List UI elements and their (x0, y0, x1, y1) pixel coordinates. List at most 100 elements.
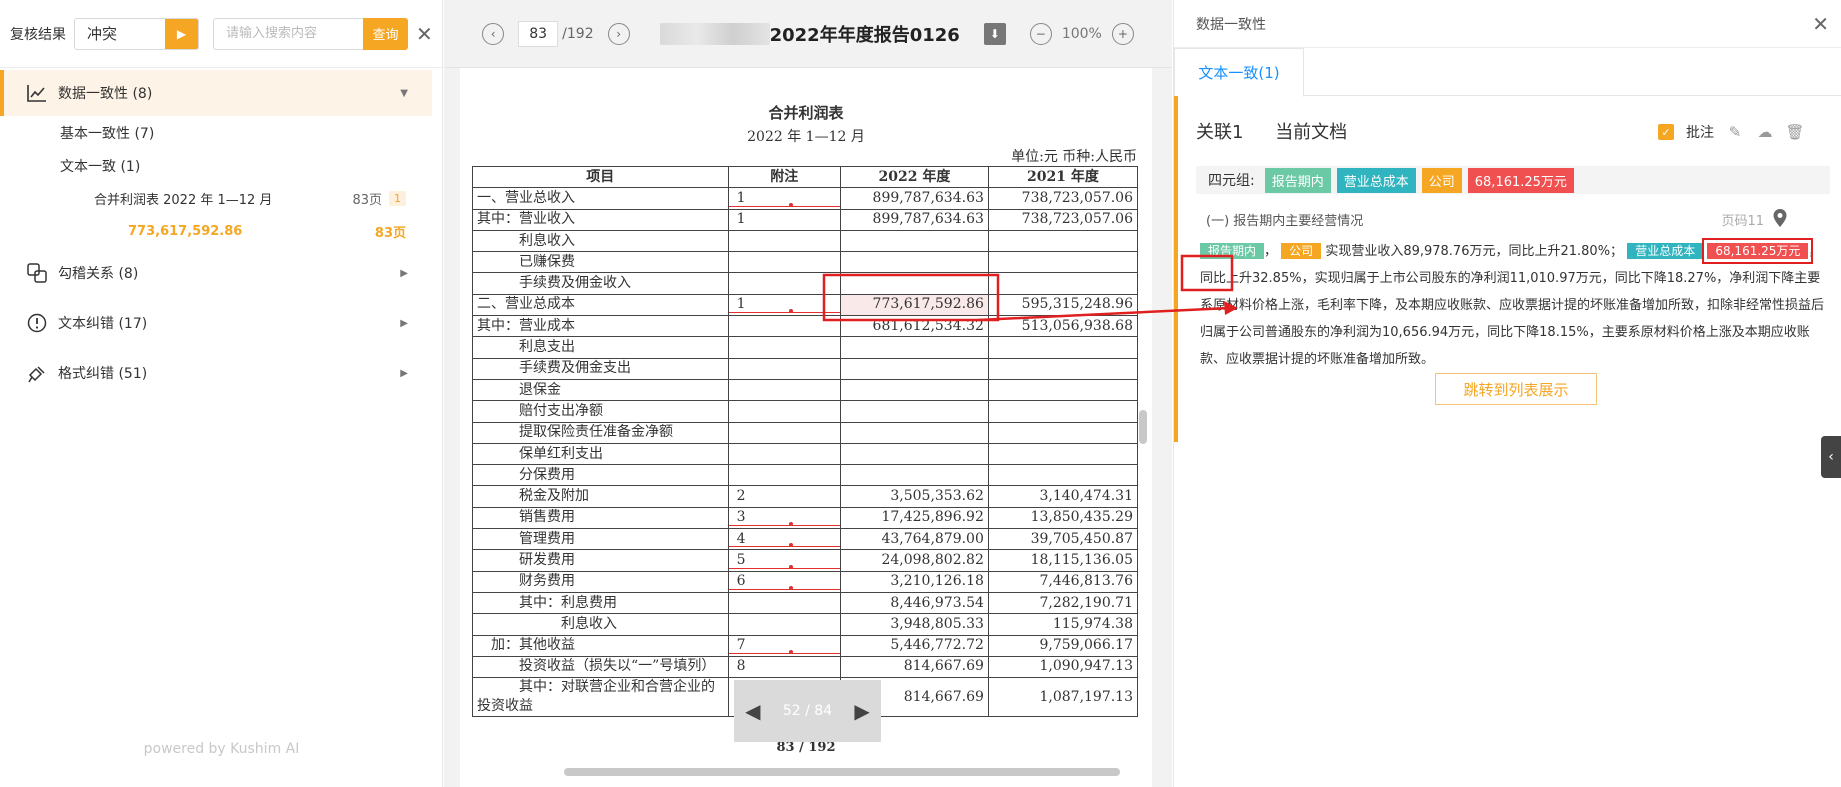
row-note: 1 (727, 187, 841, 210)
row-value-2022: 24,098,802.82 (839, 549, 989, 572)
row-item: 其中：对联营企业和合营企业的投资收益 (472, 677, 729, 718)
download-icon[interactable]: ⬇ (983, 22, 1006, 45)
link-relation-icon (26, 262, 48, 284)
row-note: 1 (727, 208, 841, 231)
row-value-2021: 3,140,474.31 (987, 485, 1139, 508)
row-note (727, 613, 841, 636)
row-value-2022 (839, 229, 989, 253)
table-row: 利息收入 3,948,805.33 115,974.38 (472, 613, 1139, 636)
table-body: 一、营业总收入 1 899,787,634.63 738,723,057.06 其中：营… (472, 187, 1139, 718)
search-input[interactable]: 请输入搜索内容 (213, 17, 363, 50)
row-note-text: 6 (736, 573, 746, 590)
row-note: 7 (727, 634, 841, 657)
row-value-2021 (987, 357, 1139, 380)
caret-right-icon: ▶ (400, 317, 408, 329)
table-row: 研发费用 5 24,098,802.82 18,115,136.05 (472, 549, 1139, 572)
nav-label: 数据一致性 (8) (58, 86, 153, 102)
annotate-checkbox[interactable]: ✓ (1658, 124, 1674, 140)
table-row: 赔付支出净额 (472, 400, 1139, 423)
powered-by: powered by Kushim AI (143, 741, 300, 757)
left-toolbar: 复核结果 冲突 ▶ 请输入搜索内容 查询 ✕ (0, 0, 442, 68)
nav-value-item[interactable]: 773,617,592.86 83页 (0, 215, 432, 248)
row-value-2022 (839, 378, 989, 402)
row-note (727, 591, 841, 615)
annotate-label: 批注 (1686, 125, 1714, 141)
nav-label: 文本纠错 (17) (58, 316, 148, 332)
close-icon[interactable]: ✕ (1812, 12, 1829, 36)
table-row: 分保费用 (472, 464, 1139, 487)
row-value-2021: 1,090,947.13 (987, 655, 1139, 679)
row-value-2022: 43,764,879.00 (839, 528, 989, 551)
pager-next-icon[interactable]: ▶ (854, 699, 869, 723)
row-value-2021: 738,723,057.06 (987, 208, 1139, 231)
row-item: 手续费及佣金收入 (472, 272, 729, 295)
row-value-2021: 595,315,248.96 (987, 293, 1139, 317)
tag-value: 68,161.25万元 (1467, 167, 1574, 193)
nav-check-relation[interactable]: 勾稽关系 (8) ▶ (0, 248, 432, 298)
row-value-2021: 513,056,938.68 (987, 315, 1139, 338)
cloud-download-icon[interactable]: ☁ (1756, 123, 1774, 141)
nav-text-error[interactable]: 文本纠错 (17) ▶ (0, 298, 432, 348)
row-value-2021 (987, 421, 1139, 444)
horizontal-scrollbar[interactable] (564, 768, 1120, 776)
statement-title: 合并利润表 (768, 104, 844, 122)
vertical-scrollbar[interactable] (1139, 410, 1147, 444)
row-value-2021: 7,446,813.76 (987, 570, 1139, 593)
nav-basic-consistency[interactable]: 基本一致性 (7) (0, 116, 432, 149)
query-button[interactable]: 查询 (363, 17, 408, 50)
row-item: 提取保险责任准备金净额 (472, 421, 729, 444)
col-header: 2022 年度 (839, 165, 989, 189)
next-page-icon[interactable]: › (607, 22, 630, 45)
table-row: 加：其他收益 7 5,446,772.72 9,759,066.17 (472, 634, 1139, 657)
doc-item-page: 83页 (352, 193, 382, 208)
zoom-out-icon[interactable]: − (1029, 22, 1052, 45)
filter-go-button[interactable]: ▶ (165, 18, 198, 49)
row-value-2021 (987, 464, 1139, 487)
row-item: 其中：营业成本 (472, 315, 729, 338)
row-note (727, 464, 841, 487)
table-row: 手续费及佣金收入 (472, 272, 1139, 295)
relation-label: 关联1 (1196, 122, 1244, 143)
page-number-input[interactable]: 83 (518, 20, 559, 47)
collapse-panel-icon[interactable]: ‹ (1821, 436, 1841, 478)
nav-doc-item[interactable]: 合并利润表 2022 年 1—12 月 83页 1 (0, 182, 432, 215)
tag-entity: 公司 (1421, 167, 1462, 193)
result-nav: 数据一致性 (8) ▼ 基本一致性 (7) 文本一致 (1) 合并利润表 202… (0, 70, 432, 398)
zoom-in-icon[interactable]: + (1111, 22, 1134, 45)
filter-select[interactable]: 冲突 ▶ (74, 17, 199, 50)
row-item: 研发费用 (472, 549, 729, 572)
row-value-2021: 13,850,435.29 (987, 506, 1139, 530)
row-value-2022: 17,425,896.92 (839, 506, 989, 530)
pager-prev-icon[interactable]: ◀ (745, 699, 760, 723)
row-value-2022 (839, 272, 989, 295)
inline-tag-period: 报告期内 (1200, 243, 1265, 259)
delete-icon[interactable]: 🗑 (1785, 123, 1804, 141)
row-item: 财务费用 (472, 570, 729, 593)
quad-label: 四元组: (1208, 173, 1255, 189)
table-row: 其中：营业成本 681,612,534.32 513,056,938.68 (472, 315, 1139, 338)
consistency-detail-panel: 数据一致性 ✕ 文本一致(1) 关联1 当前文档 ✓ 批注 ✎ ☁ 🗑 四元组:… (1173, 0, 1841, 787)
nav-data-consistency[interactable]: 数据一致性 (8) ▼ (0, 70, 432, 116)
row-item: 一、营业总收入 (472, 187, 729, 210)
statement-period: 2022 年 1—12 月 (747, 129, 865, 145)
table-row: 二、营业总成本 1 773,617,592.86 595,315,248.96 (472, 293, 1139, 317)
close-icon[interactable]: ✕ (416, 22, 433, 46)
nav-format-error[interactable]: 格式纠错 (51) ▶ (0, 348, 432, 398)
row-value-2022 (839, 251, 989, 274)
viewer-toolbar: ‹ 83 /192 › 2022年年度报告0126 ⬇ − 100% + (444, 0, 1172, 68)
jump-to-list-button[interactable]: 跳转到列表展示 (1435, 373, 1597, 405)
location-pin-icon[interactable] (1772, 208, 1788, 228)
tab-text-consistency[interactable]: 文本一致(1) (1174, 48, 1304, 97)
nav-text-consistency[interactable]: 文本一致 (1) (0, 149, 432, 182)
row-value-2021 (987, 442, 1139, 466)
tag-period: 报告期内 (1264, 167, 1331, 193)
table-header-row: 项目 附注 2022 年度 2021 年度 (472, 165, 1139, 189)
prev-page-icon[interactable]: ‹ (482, 22, 505, 45)
card-tools: ✓ 批注 ✎ ☁ 🗑 (1658, 122, 1805, 142)
row-value-2021 (987, 336, 1139, 359)
page-total: /192 (562, 25, 594, 42)
inline-tag-entity: 公司 (1281, 243, 1322, 259)
count-badge: 1 (389, 191, 406, 206)
source-paragraph: 报告期内， 公司 实现营业收入89,978.76万元，同比上升21.80%； 营… (1200, 238, 1825, 367)
edit-icon[interactable]: ✎ (1726, 123, 1744, 141)
